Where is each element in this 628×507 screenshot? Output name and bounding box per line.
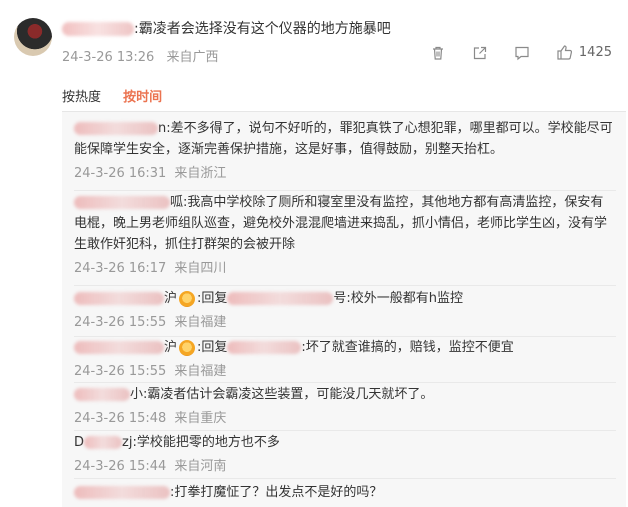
like-icon <box>556 44 573 61</box>
comment-location: 来自广西 <box>166 50 219 65</box>
reply-text-part: :回复 <box>197 291 228 306</box>
reply-text-part: D <box>74 435 85 450</box>
replies-panel: n:差不多得了，说句不好听的，罪犯真铁了心想犯罪，哪里都可以。学校能尽可能保障学… <box>62 111 626 507</box>
sort-by-time[interactable]: 按时间 <box>123 90 162 105</box>
comment-meta: 24-3-26 13:26 来自广西 <box>62 46 227 65</box>
reply-text: 小:霸凌者估计会霸凌这些装置，可能没几天就坏了。 <box>130 387 434 402</box>
comment-date: 24-3-26 13:26 <box>62 50 155 65</box>
reply-item: 沪 :回复 号:校外一般都有h监控 24-3-26 15:55 来自福建 <box>74 288 616 333</box>
reply-date: 24-3-26 15:44 <box>74 459 167 474</box>
reply-item: 沪 :回复 :坏了就查谁搞的，赔钱，监控不便宜 24-3-26 15:55 来自福建 <box>74 337 616 382</box>
mention-blurred[interactable] <box>227 341 302 354</box>
sort-tabs: 按热度 按时间 <box>62 86 180 105</box>
reply-date: 24-3-26 15:48 <box>74 411 167 426</box>
reply-date: 24-3-26 16:17 <box>74 261 167 276</box>
reply-location: 来自河南 <box>174 459 227 474</box>
reply-divider <box>74 430 616 431</box>
reply-item: Dzj:学校能把零的地方也不多 24-3-26 15:44 来自河南 <box>74 432 616 477</box>
mention-blurred[interactable] <box>227 292 334 305</box>
username-blurred[interactable] <box>62 22 134 36</box>
username-blurred[interactable] <box>74 292 164 305</box>
like-count: 1425 <box>578 45 612 60</box>
reply-text-part: :回复 <box>197 340 228 355</box>
reply-location: 来自福建 <box>174 364 227 379</box>
reply-item: 呱:我高中学校除了厕所和寝室里没有监控，其他地方都有高清监控，保安有电棍，晚上男… <box>74 192 616 279</box>
username-blurred[interactable] <box>74 122 158 135</box>
username-blurred[interactable] <box>74 388 130 401</box>
reply-divider <box>74 478 616 479</box>
comment-text: :霸凌者会选择没有这个仪器的地方施暴吧 <box>134 21 391 37</box>
reply-location: 来自四川 <box>174 261 227 276</box>
reply-text-part: 沪 <box>164 340 178 355</box>
reply-location: 来自重庆 <box>174 411 227 426</box>
reply-text-part: :坏了就查谁搞的，赔钱，监控不便宜 <box>301 340 514 355</box>
reply-divider <box>74 382 616 383</box>
username-blurred[interactable] <box>74 486 170 499</box>
reply-text-part: 沪 <box>164 291 178 306</box>
reply-text-part: zj:学校能把零的地方也不多 <box>122 435 280 450</box>
username-blurred[interactable] <box>74 341 164 354</box>
avatar[interactable] <box>14 18 52 56</box>
username-blurred[interactable] <box>84 436 123 449</box>
reply-date: 24-3-26 16:31 <box>74 166 167 181</box>
reply-divider <box>74 285 616 286</box>
comment-header: :霸凌者会选择没有这个仪器的地方施暴吧 <box>62 18 391 38</box>
comment-actions: 1425 <box>430 44 612 61</box>
username-blurred[interactable] <box>74 196 170 209</box>
reply-date: 24-3-26 15:55 <box>74 364 167 379</box>
reply-item: :打拳打魔怔了？出发点不是好的吗？ <box>74 482 616 503</box>
trash-icon[interactable] <box>430 45 446 61</box>
reply-text-part: 号:校外一般都有h监控 <box>333 291 464 306</box>
sort-by-hot[interactable]: 按热度 <box>62 90 101 105</box>
reply-location: 来自福建 <box>174 315 227 330</box>
share-icon[interactable] <box>472 45 488 61</box>
reply-item: n:差不多得了，说句不好听的，罪犯真铁了心想犯罪，哪里都可以。学校能尽可能保障学… <box>74 118 616 184</box>
comment-icon[interactable] <box>514 45 530 61</box>
reply-divider <box>74 190 616 191</box>
vip-badge-icon <box>179 339 196 356</box>
like-button[interactable]: 1425 <box>556 44 612 61</box>
vip-badge-icon <box>179 290 196 307</box>
reply-date: 24-3-26 15:55 <box>74 315 167 330</box>
reply-location: 来自浙江 <box>174 166 227 181</box>
reply-item: 小:霸凌者估计会霸凌这些装置，可能没几天就坏了。 24-3-26 15:48 来自… <box>74 384 616 429</box>
reply-text: :打拳打魔怔了？出发点不是好的吗？ <box>170 485 383 500</box>
